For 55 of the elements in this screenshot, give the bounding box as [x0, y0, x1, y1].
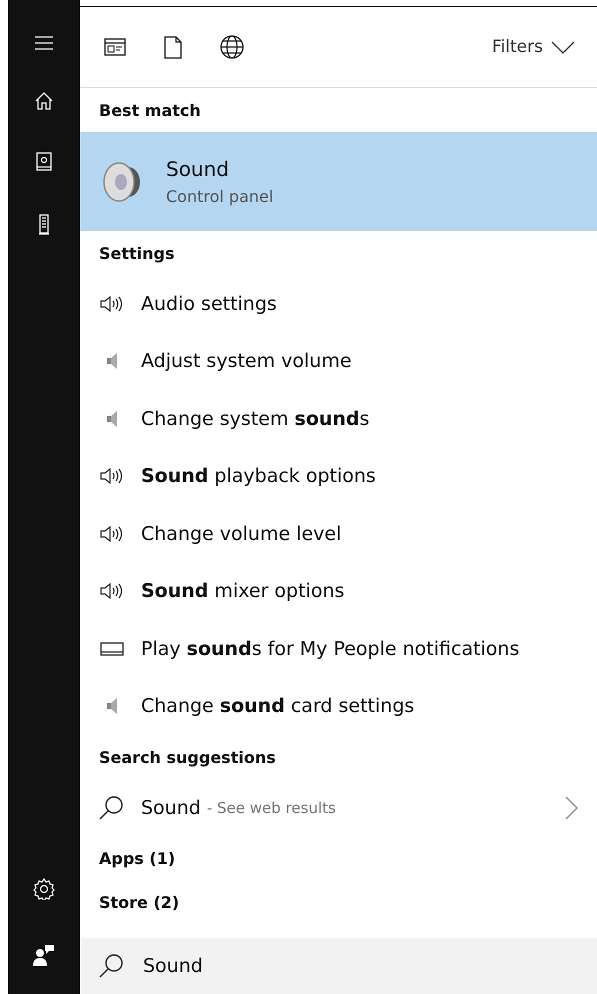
- web-suggestion[interactable]: Sound - See web results: [80, 779, 597, 836]
- section-heading: Settings: [98, 242, 176, 264]
- speaker-waves-icon: [100, 526, 124, 542]
- result-label: Change sound card settings: [141, 695, 414, 718]
- documents-scope-button[interactable]: [162, 34, 184, 60]
- apps-scope-button[interactable]: [102, 36, 128, 58]
- search-icon: [99, 794, 125, 821]
- suggestion-query: Sound: [141, 796, 201, 819]
- globe-icon: [220, 35, 244, 59]
- best-match-result[interactable]: Sound Control panel: [80, 132, 597, 231]
- suggestion-hint: - See web results: [206, 798, 336, 817]
- speaker-waves-icon: [100, 468, 124, 484]
- settings-result[interactable]: Sound playback options: [80, 448, 597, 505]
- result-label: Sound mixer options: [141, 580, 344, 602]
- result-label: Change volume level: [141, 522, 342, 545]
- document-icon: [164, 36, 182, 58]
- result-label: Sound playback options: [141, 465, 376, 488]
- tower-speaker-icon: [38, 214, 50, 236]
- section-heading: Store (2): [98, 892, 180, 914]
- app-window-icon: [104, 38, 126, 56]
- result-label: Adjust system volume: [141, 350, 352, 372]
- settings-result[interactable]: Sound mixer options: [80, 562, 597, 620]
- section-heading: Best match: [98, 100, 202, 122]
- search-icon: [99, 953, 125, 979]
- settings-result[interactable]: Adjust system volume: [80, 332, 597, 390]
- speaker-waves-icon: [100, 583, 124, 600]
- filters-button[interactable]: Filters: [486, 36, 581, 58]
- notebook-icon: [36, 152, 52, 172]
- settings-result[interactable]: Change volume level: [80, 505, 597, 562]
- settings-result[interactable]: Change sound card settings: [80, 678, 597, 735]
- person-speech-icon: [33, 944, 55, 966]
- search-field[interactable]: Sound: [141, 954, 578, 978]
- speaker-waves-icon: [100, 296, 124, 312]
- section-heading: Search suggestions: [98, 746, 277, 768]
- monitor-icon: [100, 642, 124, 656]
- chevron-down-icon: [551, 40, 575, 54]
- settings-result[interactable]: Audio settings: [80, 275, 597, 332]
- speaker-icon: [106, 697, 118, 716]
- settings-result[interactable]: Change system sounds: [80, 390, 597, 448]
- chevron-right-icon: [565, 796, 578, 820]
- speaker-icon: [106, 352, 118, 370]
- web-scope-button[interactable]: [218, 33, 246, 61]
- speaker-icon: [102, 160, 142, 202]
- menu-icon: [35, 36, 53, 50]
- result-label: Change system sounds: [141, 408, 370, 430]
- speaker-icon: [106, 410, 118, 428]
- result-title: Sound: [166, 157, 230, 181]
- result-label: Play sounds for My People notifications: [141, 638, 520, 660]
- search-box[interactable]: Sound: [80, 938, 597, 994]
- home-icon: [35, 92, 53, 110]
- section-heading: Apps (1): [98, 848, 176, 870]
- result-label: Audio settings: [141, 292, 277, 315]
- result-subtitle: Control panel: [166, 187, 274, 206]
- settings-result[interactable]: Play sounds for My People notifications: [80, 620, 597, 678]
- settings-icon: [33, 878, 55, 900]
